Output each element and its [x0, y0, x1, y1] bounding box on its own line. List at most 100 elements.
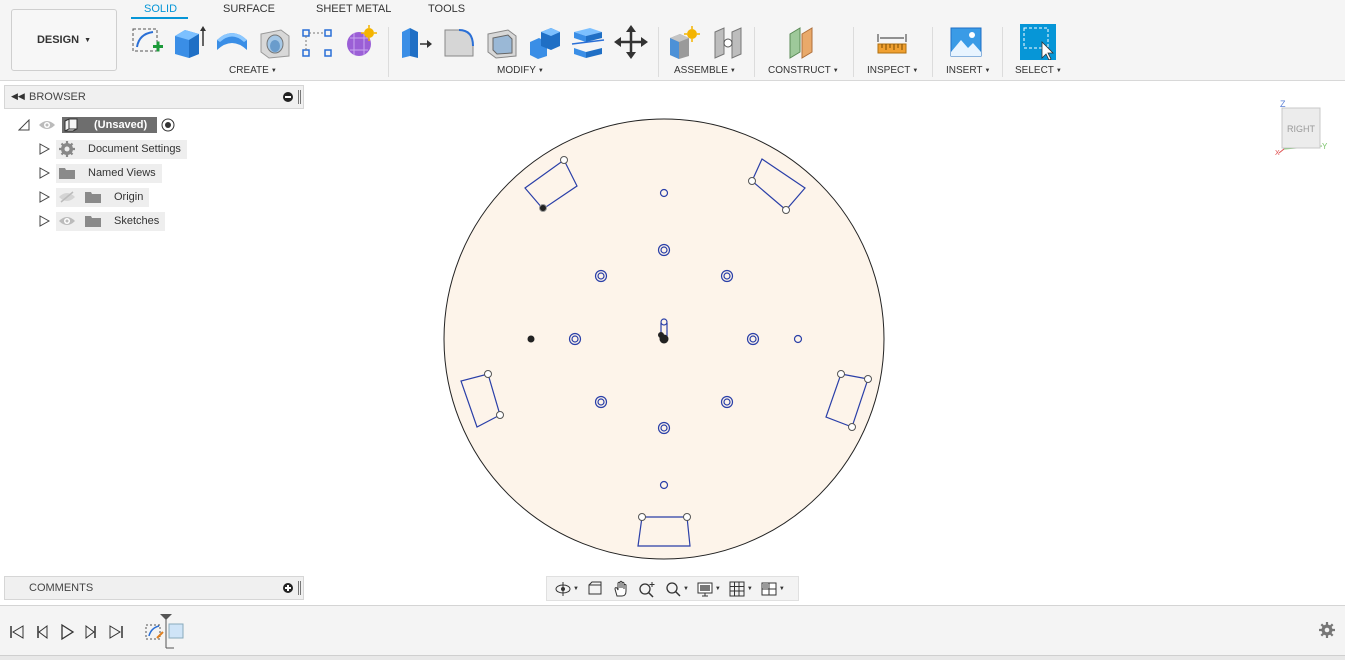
grid-settings-icon[interactable] [725, 579, 749, 599]
tree-item-label: Named Views [88, 167, 156, 179]
timeline-settings-gear-icon[interactable] [1318, 621, 1336, 639]
toolbar-divider [658, 27, 659, 77]
design-label: DESIGN [36, 34, 80, 46]
select-menu[interactable]: SELECT ▼ [1015, 65, 1062, 76]
play-icon[interactable] [58, 623, 76, 641]
add-comment-icon[interactable] [283, 583, 293, 593]
expand-triangle-icon[interactable] [38, 143, 50, 155]
viewcube[interactable]: Z RIGHT Y X [1270, 95, 1330, 160]
collapse-panel-icon[interactable]: ◀◀ [11, 91, 25, 102]
root-label: (Unsaved) [94, 119, 148, 131]
orbit-icon[interactable] [551, 579, 575, 599]
chevron-down-icon[interactable]: ▼ [715, 586, 721, 592]
timeline-sketch-feature[interactable] [143, 614, 189, 650]
hole-icon[interactable] [257, 24, 293, 60]
modify-menu[interactable]: MODIFY ▼ [497, 65, 544, 76]
tree-item-label: Sketches [114, 215, 160, 227]
active-tab-indicator [131, 17, 188, 19]
comments-panel-header: COMMENTS [4, 576, 304, 600]
look-at-icon[interactable] [583, 579, 607, 599]
create-form-icon[interactable] [342, 24, 378, 60]
toolbar-divider [932, 27, 933, 77]
gear-icon [59, 141, 75, 157]
chevron-down-icon[interactable]: ▼ [779, 586, 785, 592]
expand-triangle-icon[interactable] [38, 167, 50, 179]
timeline [0, 605, 1345, 655]
design-canvas[interactable] [305, 82, 1345, 604]
zoom-icon[interactable] [635, 579, 659, 599]
tree-root-row[interactable]: (Unsaved) [18, 115, 175, 135]
design-workspace-button[interactable]: DESIGN ▼ [11, 9, 117, 71]
folder-icon [85, 192, 101, 203]
insert-menu[interactable]: INSERT ▼ [946, 65, 990, 76]
new-component-icon[interactable] [667, 24, 703, 60]
browser-panel-header: ◀◀ BROWSER [4, 85, 304, 109]
toolbar-divider [1002, 27, 1003, 77]
navigation-bar: ▼ ▼ ▼ ▼ ▼ [546, 576, 799, 601]
go-to-start-icon[interactable] [8, 623, 26, 641]
zoom-window-icon[interactable] [661, 579, 685, 599]
eye-icon[interactable] [38, 118, 56, 132]
folder-icon [85, 216, 101, 227]
shell-icon[interactable] [484, 24, 520, 60]
viewports-icon[interactable] [757, 579, 781, 599]
pin-icon[interactable] [298, 581, 301, 595]
tree-item-label: Document Settings [88, 143, 181, 155]
tree-item-named-views[interactable]: Named Views [38, 163, 162, 183]
chevron-down-icon[interactable]: ▼ [573, 586, 579, 592]
insert-image-icon[interactable] [948, 24, 984, 60]
joint-icon[interactable] [710, 24, 746, 60]
tab-sheet-metal[interactable]: SHEET METAL [316, 3, 391, 19]
axis-y-label: Y [1322, 142, 1328, 151]
toolbar: DESIGN ▼ SOLID SURFACE SHEET METAL TOOLS… [0, 0, 1345, 81]
minimize-icon[interactable] [283, 92, 293, 102]
folder-icon [59, 168, 75, 179]
eye-icon[interactable] [58, 214, 76, 228]
toolbar-divider [388, 27, 389, 77]
toolbar-divider [853, 27, 854, 77]
pattern-icon[interactable] [299, 24, 335, 60]
tree-item-label: Origin [114, 191, 144, 203]
tree-item-sketches[interactable]: Sketches [38, 211, 166, 231]
construct-menu[interactable]: CONSTRUCT ▼ [768, 65, 839, 76]
expand-triangle-icon[interactable] [38, 215, 50, 227]
component-icon [64, 118, 78, 132]
activate-radio-icon[interactable] [161, 118, 175, 132]
chevron-down-icon: ▼ [84, 36, 92, 44]
chevron-down-icon[interactable]: ▼ [747, 586, 753, 592]
step-forward-icon[interactable] [82, 623, 100, 641]
inspect-menu[interactable]: INSPECT ▼ [867, 65, 918, 76]
tree-item-document-settings[interactable]: Document Settings [38, 139, 187, 159]
viewcube-face-label: RIGHT [1287, 124, 1316, 134]
press-pull-icon[interactable] [398, 24, 434, 60]
pan-hand-icon[interactable] [609, 579, 633, 599]
assemble-menu[interactable]: ASSEMBLE ▼ [674, 65, 736, 76]
axis-x-label: X [1275, 150, 1280, 157]
move-copy-icon[interactable] [613, 24, 649, 60]
fillet-icon[interactable] [441, 24, 477, 60]
tab-tools[interactable]: TOOLS [428, 3, 465, 19]
pin-icon[interactable] [298, 90, 301, 104]
create-menu[interactable]: CREATE ▼ [229, 65, 277, 76]
combine-icon[interactable] [527, 24, 563, 60]
expanded-triangle-icon[interactable] [18, 119, 30, 131]
create-sketch-icon[interactable] [129, 24, 165, 60]
split-body-icon[interactable] [570, 24, 606, 60]
chevron-down-icon[interactable]: ▼ [683, 586, 689, 592]
revolve-icon[interactable] [214, 24, 250, 60]
root-component-box[interactable]: (Unsaved) [62, 117, 158, 133]
comments-title: COMMENTS [29, 582, 94, 594]
step-back-icon[interactable] [33, 623, 51, 641]
tab-surface[interactable]: SURFACE [223, 3, 275, 19]
go-to-end-icon[interactable] [107, 623, 125, 641]
offset-plane-icon[interactable] [786, 24, 822, 60]
tree-item-origin[interactable]: Origin [38, 187, 150, 207]
toolbar-divider [754, 27, 755, 77]
display-settings-icon[interactable] [693, 579, 717, 599]
eye-hidden-icon[interactable] [58, 190, 76, 204]
browser-title: BROWSER [29, 91, 86, 103]
select-icon[interactable] [1020, 24, 1056, 61]
expand-triangle-icon[interactable] [38, 191, 50, 203]
extrude-icon[interactable] [171, 24, 207, 60]
measure-icon[interactable] [874, 24, 910, 60]
